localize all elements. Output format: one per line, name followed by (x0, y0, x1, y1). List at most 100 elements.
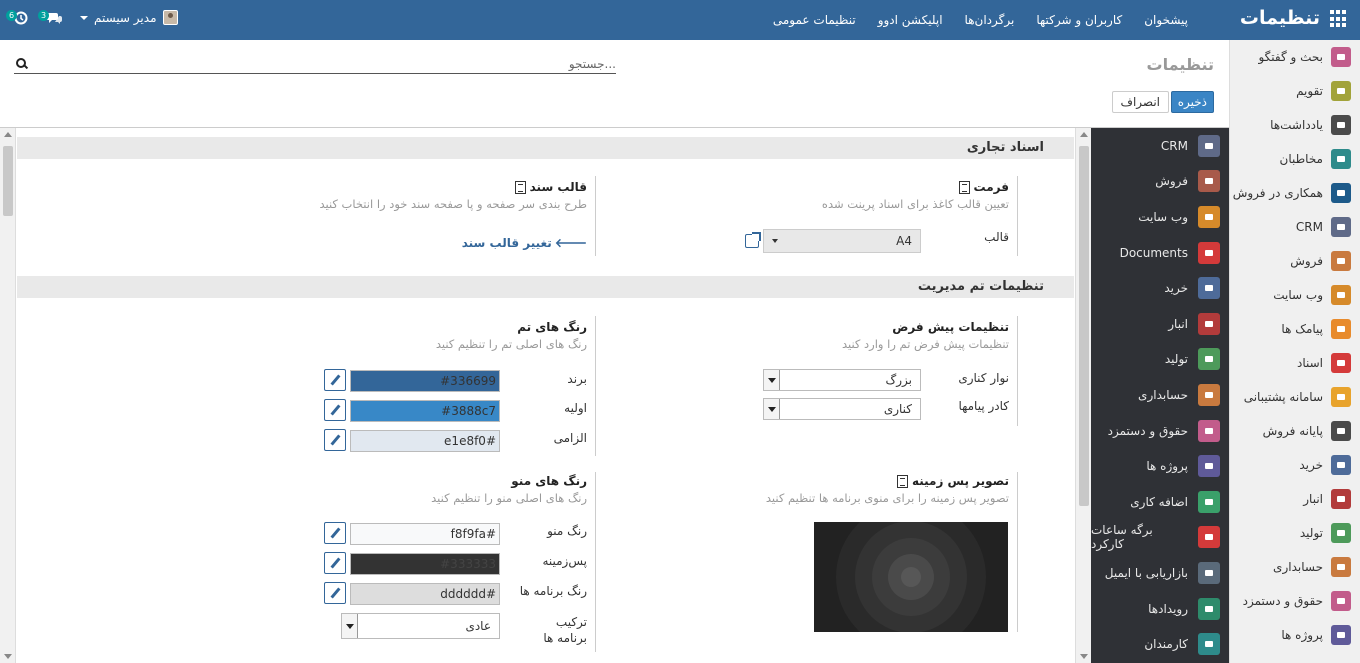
color-picker-icon[interactable] (324, 429, 346, 451)
app-layout-label: ترکیب برنامه ها (543, 615, 587, 645)
sidebar-item-11[interactable]: پایانه فروش (1230, 414, 1360, 448)
company-setting-icon (958, 180, 970, 194)
subnav-item-9[interactable]: پروژه ها (1091, 448, 1229, 484)
user-menu[interactable]: مدیر سیستم (80, 10, 178, 25)
sidebar-item-12[interactable]: خرید (1230, 448, 1360, 482)
color-picker-icon[interactable] (324, 582, 346, 604)
sidebar-item-5[interactable]: CRM (1230, 210, 1360, 244)
contacts-icon (1331, 149, 1351, 169)
divider (595, 176, 596, 256)
chevron-down-icon[interactable] (764, 370, 780, 390)
payroll-icon (1198, 419, 1220, 442)
external-link-icon[interactable] (745, 232, 761, 248)
color-picker-icon[interactable] (324, 522, 346, 544)
menu-odoo-apps[interactable]: اپلیکشن ادوو (878, 13, 943, 27)
chatter-position-select[interactable]: کناری (763, 398, 921, 420)
sidebar-item-9[interactable]: اسناد (1230, 346, 1360, 380)
subnav-item-6[interactable]: تولید (1091, 342, 1229, 378)
color-picker-icon[interactable] (324, 399, 346, 421)
search-icon[interactable] (16, 57, 28, 70)
top-navbar: تنظیمات پیشخوان کاربران و شرکتها برگردان… (0, 0, 1360, 40)
search-bar (14, 54, 616, 74)
scroll-down-icon[interactable] (1080, 654, 1088, 659)
sidebar-item-0[interactable]: بحث و گفتگو (1230, 40, 1360, 74)
sidebar-item-14[interactable]: تولید (1230, 516, 1360, 550)
subnav-item-1[interactable]: فروش (1091, 164, 1229, 200)
sidebar-item-13[interactable]: انبار (1230, 482, 1360, 516)
brand-color-input[interactable]: #336699 (350, 370, 500, 392)
nav-item-label: بازاریابی با ایمیل (1104, 565, 1188, 580)
sidebar-item-10[interactable]: سامانه پشتیبانی (1230, 380, 1360, 414)
required-color-input[interactable]: e1e8f0# (350, 430, 500, 452)
subnav-item-0[interactable]: CRM (1091, 128, 1229, 164)
settings-apps-nav: CRM فروش وب سایت Documents خرید انبار تولید حسا… (1091, 128, 1229, 663)
sidebar-item-4[interactable]: همکاری در فروش (1230, 176, 1360, 210)
apps-menu-icon[interactable] (1330, 10, 1348, 28)
sidebar-item-3[interactable]: مخاطبان (1230, 142, 1360, 176)
sidebar-item-1[interactable]: تقویم (1230, 74, 1360, 108)
nav-item-label: فروش (1290, 254, 1323, 268)
sidebar-item-15[interactable]: حسابداری (1230, 550, 1360, 584)
sidebar-item-17[interactable]: پروژه ها (1230, 618, 1360, 652)
menu-general-settings[interactable]: تنظیمات عمومی (773, 13, 856, 27)
chat-tray[interactable]: 3 (38, 9, 62, 25)
save-button[interactable]: ذخیره (1170, 91, 1214, 113)
app-layout-select[interactable]: عادی (341, 613, 500, 639)
scroll-thumb[interactable] (1079, 146, 1089, 506)
activity-tray[interactable]: 6 (6, 9, 28, 25)
menu-color-input[interactable]: f8f9fa# (350, 523, 500, 545)
left-scrollbar[interactable] (0, 128, 16, 663)
app-color-input[interactable]: dddddd# (350, 583, 500, 605)
subnav-item-8[interactable]: حقوق و دستمزد (1091, 413, 1229, 449)
subnav-item-13[interactable]: رویدادها (1091, 591, 1229, 627)
sidebar-item-7[interactable]: وب سایت (1230, 278, 1360, 312)
company-setting-icon (896, 474, 908, 488)
subnav-item-14[interactable]: کارمندان (1091, 626, 1229, 662)
color-picker-icon[interactable] (324, 552, 346, 574)
subnav-item-11[interactable]: برگه ساعات کارکرد (1091, 520, 1229, 556)
subnav-item-5[interactable]: انبار (1091, 306, 1229, 342)
folder-icon (1331, 353, 1351, 373)
color-picker-icon[interactable] (324, 369, 346, 391)
scroll-thumb[interactable] (3, 146, 13, 216)
divider (595, 472, 596, 652)
sidebar-item-6[interactable]: فروش (1230, 244, 1360, 278)
menu-translations[interactable]: برگردان‌ها (965, 13, 1015, 27)
menu-users-companies[interactable]: کاربران و شرکتها (1036, 13, 1122, 27)
subnav-item-4[interactable]: خرید (1091, 270, 1229, 306)
sidebar-item-8[interactable]: پیامک ها (1230, 312, 1360, 346)
nav-item-label: یادداشت‌ها (1270, 118, 1323, 132)
chart-icon (1198, 170, 1220, 193)
paper-format-select[interactable]: A4 (763, 229, 921, 253)
section-business-docs: اسناد تجاری (17, 137, 1074, 159)
sidebar-item-16[interactable]: حقوق و دستمزد (1230, 584, 1360, 618)
chevron-down-icon[interactable] (764, 399, 780, 419)
subnav-item-10[interactable]: اضافه کاری (1091, 484, 1229, 520)
content-scrollbar[interactable] (1075, 128, 1091, 663)
scroll-up-icon[interactable] (1080, 132, 1088, 137)
chevron-down-icon[interactable] (342, 614, 358, 638)
subnav-item-3[interactable]: Documents (1091, 235, 1229, 271)
handshake-icon (1331, 217, 1351, 237)
sidebar-item-2[interactable]: یادداشت‌ها (1230, 108, 1360, 142)
notes-icon (1331, 115, 1351, 135)
subnav-item-12[interactable]: بازاریابی با ایمیل (1091, 555, 1229, 591)
search-input[interactable] (28, 56, 616, 71)
sidebar-size-select[interactable]: بزرگ (763, 369, 921, 391)
chevron-down-icon (772, 239, 778, 243)
background-image-preview[interactable] (814, 522, 1008, 632)
nav-item-label: فروش (1155, 174, 1188, 189)
nav-item-label: حسابداری (1138, 387, 1188, 402)
menu-dashboard[interactable]: پیشخوان (1144, 13, 1188, 27)
defaults-title: تنظیمات پیش فرض (892, 320, 1009, 334)
menu-bg-input[interactable]: #333333 (350, 553, 500, 575)
nav-item-label: برگه ساعات کارکرد (1091, 523, 1153, 552)
change-layout-link[interactable]: 🡐تغییر قالب سند (462, 235, 587, 250)
subnav-item-7[interactable]: حسابداری (1091, 377, 1229, 413)
nav-item-label: انبار (1303, 492, 1323, 506)
primary-color-input[interactable]: #3888c7 (350, 400, 500, 422)
cancel-button[interactable]: انصراف (1111, 91, 1169, 113)
subnav-item-2[interactable]: وب سایت (1091, 199, 1229, 235)
scroll-up-icon[interactable] (4, 132, 12, 137)
scroll-down-icon[interactable] (4, 654, 12, 659)
